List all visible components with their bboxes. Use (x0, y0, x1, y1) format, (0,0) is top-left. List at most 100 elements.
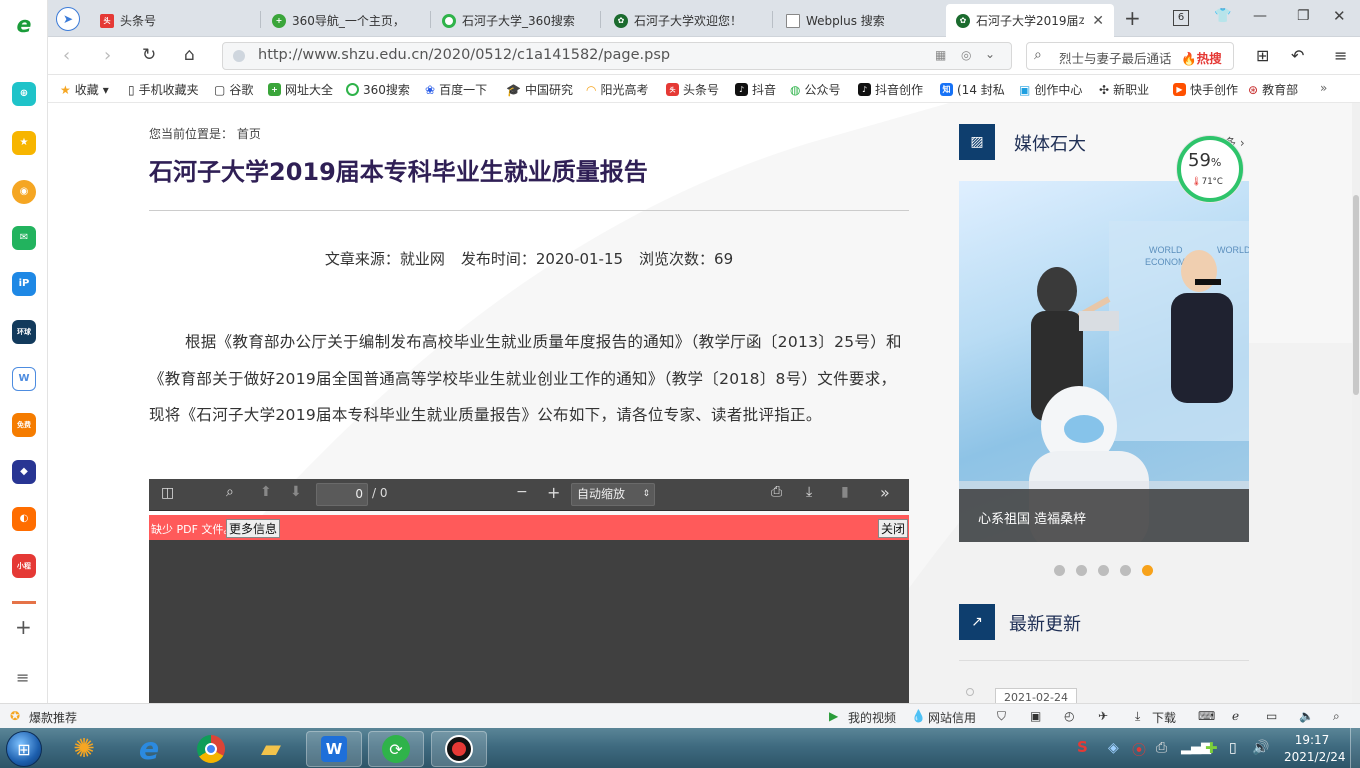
bookmark-bili-creator[interactable]: ▣ 创作中心 (1019, 81, 1082, 98)
bookmark-douyin-creator[interactable]: ♪ 抖音创作 (858, 81, 923, 98)
volume-icon[interactable]: 🔈 (1299, 709, 1314, 723)
tray-battery-icon[interactable]: ▯ (1229, 740, 1237, 756)
zoom-search-icon[interactable]: ⌕ (1333, 709, 1340, 724)
site-trust-label[interactable]: 网站信用 (928, 709, 976, 726)
bookmark-favorites[interactable]: ★ 收藏 ▾ (60, 81, 109, 98)
refresh-icon[interactable]: ↻ (142, 45, 156, 65)
tray-360-icon[interactable]: ✚ (1205, 739, 1218, 757)
tab-count-badge[interactable]: 6 (1173, 10, 1189, 26)
free-novel-icon[interactable]: 免费 (12, 413, 36, 437)
bookmark-baidu[interactable]: ❀ 百度一下 (425, 81, 487, 98)
bookmark-toutiao[interactable]: 头头条号 (666, 81, 719, 98)
shield-icon[interactable]: ⛉ (997, 709, 1006, 724)
close-window-icon[interactable]: ✕ (1333, 7, 1346, 25)
screenshot-icon[interactable]: ▣ (1030, 709, 1041, 723)
bookmark-moe[interactable]: ⊛ 教育部 (1248, 81, 1298, 98)
taskbar-clock[interactable]: 19:17 2021/2/24 (1284, 732, 1346, 766)
global-news-icon[interactable]: 环球 (12, 320, 36, 344)
sidebar-menu-icon[interactable]: ≡ (16, 668, 29, 687)
bookmark-cnki[interactable]: 🎓 中国研究 (506, 81, 573, 98)
taskbar-recorder[interactable] (431, 731, 487, 767)
site-security-icon[interactable] (233, 50, 245, 62)
close-error-button[interactable]: 关闭 (878, 519, 909, 538)
bookmark-hao[interactable]: + 网址大全 (268, 81, 333, 98)
zoom-in-icon[interactable]: + (547, 483, 560, 502)
speed-icon[interactable]: ◴ (1064, 709, 1074, 723)
show-desktop-button[interactable] (1350, 728, 1360, 768)
back-icon[interactable]: ‹ (63, 45, 70, 66)
qr-grid-icon[interactable]: ▦ (935, 48, 946, 62)
taskbar-app-pinwheel[interactable]: ✺ (56, 731, 112, 767)
trust-drop-icon[interactable]: 💧 (911, 709, 926, 723)
add-sidebar-app-icon[interactable]: + (15, 615, 32, 639)
media-slide-image[interactable]: WORLD ECONOMIC WORLD (959, 181, 1249, 542)
forward-icon[interactable]: › (104, 45, 111, 66)
bookmark-kuaishou[interactable]: ▶ 快手创作 (1173, 81, 1238, 98)
search-input[interactable]: 烈士与妻子最后通话 (1059, 48, 1172, 67)
ip-app-icon[interactable]: iP (12, 272, 36, 296)
download-arrow-icon[interactable]: ⤓ (1135, 709, 1140, 724)
zoom-select[interactable]: 自动缩放 ⇕ (571, 483, 655, 506)
ie-compat-icon[interactable]: ℯ (1232, 709, 1239, 723)
weibo-icon[interactable]: ◉ (12, 180, 36, 204)
taskbar-360-browser[interactable]: ⟳ (368, 731, 424, 767)
more-info-button[interactable]: 更多信息 (226, 519, 281, 538)
download-icon[interactable]: ⤓ (806, 484, 812, 500)
taskbar-chrome[interactable] (183, 731, 239, 767)
shopping-icon[interactable]: ◐ (12, 507, 36, 531)
rocket-icon[interactable]: ✈ (1098, 709, 1108, 723)
close-tab-icon[interactable]: ✕ (1092, 13, 1104, 29)
start-button[interactable]: ⊞ (6, 731, 42, 767)
tray-record-icon[interactable]: ⦿ (1132, 740, 1146, 760)
url-dropdown-icon[interactable]: ⌄ (985, 47, 995, 61)
pdf-canvas[interactable] (149, 540, 909, 703)
minimize-icon[interactable]: — (1253, 8, 1267, 24)
scrollbar-thumb[interactable] (1353, 195, 1359, 395)
hot-pick-label[interactable]: 爆款推荐 (29, 709, 77, 726)
skin-shirt-icon[interactable]: 👕 (1214, 8, 1231, 24)
zoom-out-icon[interactable]: − (516, 484, 528, 500)
url-text[interactable]: http://www.shzu.edu.cn/2020/0512/c1a1415… (258, 47, 670, 63)
slide-dot[interactable] (1120, 565, 1131, 576)
favorites-star-icon[interactable]: ★ (12, 131, 36, 155)
bookmark-douyin[interactable]: ♪ 抖音 (735, 81, 776, 98)
download-label[interactable]: 下载 (1152, 709, 1176, 726)
bookmark-mobile[interactable]: ▯ 手机收藏夹 (128, 81, 199, 98)
slide-dot[interactable] (1054, 565, 1065, 576)
tools-menu-icon[interactable]: » (880, 483, 890, 502)
my-video-label[interactable]: 我的视频 (848, 709, 896, 726)
home-icon[interactable]: ⌂ (184, 45, 195, 65)
new-tab-icon[interactable]: + (1124, 6, 1141, 30)
tab-current-report[interactable]: ✿ 石河子大学2019届本 ✕ (946, 4, 1114, 37)
tab-360-nav[interactable]: +360导航_一个主页， (262, 4, 430, 37)
bookmark-new-career[interactable]: ✣ 新职业 (1099, 81, 1149, 98)
slide-caption[interactable]: 心系祖国 造福桑梓 (959, 489, 1249, 542)
video-icon[interactable]: ▶ (829, 709, 838, 723)
sidebar-toggle-icon[interactable]: ◫ (161, 485, 174, 501)
game-pad-icon[interactable]: ⌨ (1198, 709, 1215, 723)
restore-icon[interactable]: ❐ (1297, 8, 1310, 24)
slide-dot-active[interactable] (1142, 565, 1153, 576)
tab-shzu-home[interactable]: ✿ 石河子大学欢迎您！ (604, 4, 772, 37)
tray-cube-icon[interactable]: ◈ (1108, 740, 1119, 756)
menu-icon[interactable]: ≡ (1334, 46, 1347, 65)
page-number-input[interactable]: 0 (316, 483, 368, 506)
bookmarks-overflow-icon[interactable]: » (1320, 81, 1327, 95)
print-icon[interactable]: ⎙ (771, 484, 782, 500)
tray-printer-icon[interactable]: ⎙ (1156, 740, 1167, 756)
tab-360-search[interactable]: 石河子大学_360搜索 (432, 4, 600, 37)
game-icon[interactable]: ◆ (12, 460, 36, 484)
bookmark-icon[interactable]: ▮ (841, 484, 849, 500)
undo-close-icon[interactable]: ↶ (1291, 46, 1304, 65)
page-scrollbar[interactable] (1352, 103, 1360, 703)
mail-icon[interactable]: ✉ (12, 226, 36, 250)
window-icon[interactable]: ▭ (1266, 709, 1277, 723)
sogou-ime-icon[interactable]: S (1077, 738, 1088, 756)
next-page-icon[interactable]: ⬇ (290, 484, 302, 500)
address-bar[interactable]: http://www.shzu.edu.cn/2020/0512/c1a1415… (222, 42, 1012, 70)
tab-webplus-search[interactable]: Webplus 搜索 (776, 4, 944, 37)
hot-pick-icon[interactable]: ✪ (10, 709, 20, 723)
previous-page-icon[interactable]: ⬆ (260, 484, 272, 500)
bookmark-gaokao[interactable]: ◠ 阳光高考 (586, 81, 649, 98)
mini-program-icon[interactable]: 小程 (12, 554, 36, 578)
